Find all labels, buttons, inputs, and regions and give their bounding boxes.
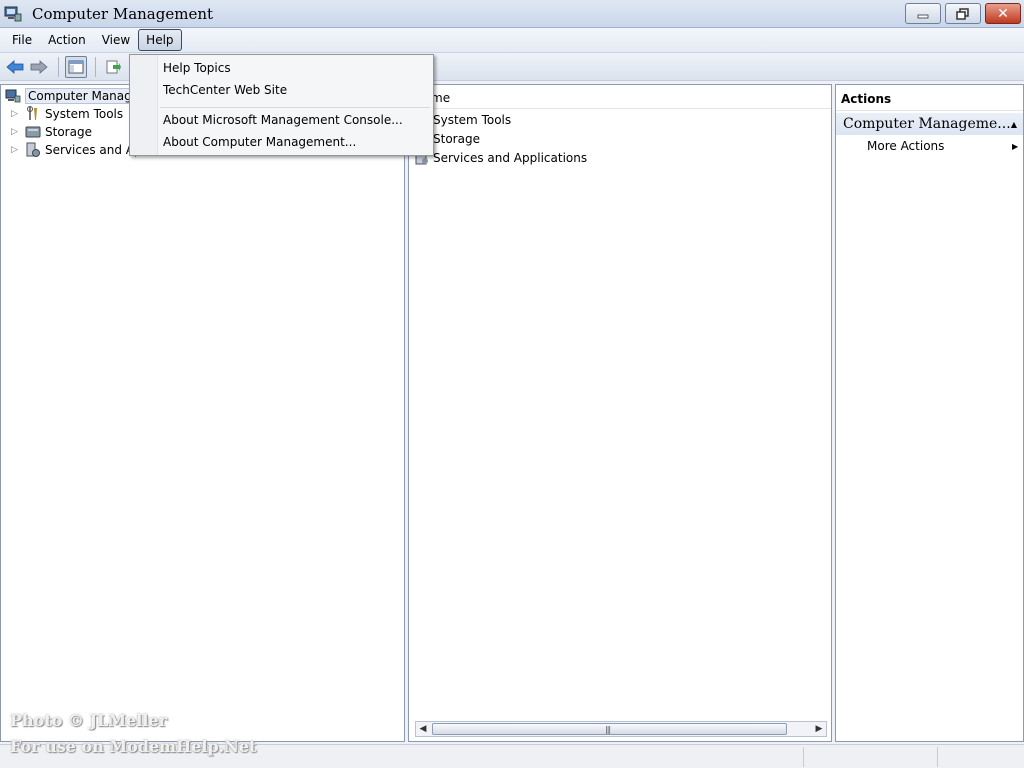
- actions-header: Actions: [836, 87, 1023, 111]
- menu-gutter: [130, 55, 158, 155]
- watermark-line1: Photo © JLMeller: [10, 711, 168, 730]
- forward-button[interactable]: [28, 56, 50, 78]
- restore-icon: [956, 7, 969, 20]
- tree-item-services-and-applications[interactable]: ▷ Services and Ap: [1, 141, 142, 159]
- status-separator: [937, 747, 938, 767]
- list-item-services-and-applications[interactable]: Services and Applications: [415, 149, 587, 167]
- close-button[interactable]: ✕: [985, 3, 1021, 24]
- menu-separator: [160, 107, 430, 108]
- scrollbar-thumb[interactable]: |||: [432, 723, 787, 735]
- show-hide-console-tree-button[interactable]: [65, 55, 87, 78]
- export-list-button[interactable]: [102, 56, 124, 78]
- close-icon: ✕: [997, 5, 1009, 22]
- toolbar-separator: [58, 56, 59, 77]
- tree-item-system-tools[interactable]: ▷ System Tools: [1, 105, 123, 123]
- services-icon: [26, 142, 40, 157]
- expand-arrow-icon[interactable]: ▷: [11, 109, 21, 119]
- column-header-name[interactable]: me: [409, 87, 831, 109]
- collapse-caret-icon[interactable]: ▲: [1011, 120, 1017, 129]
- more-actions-link[interactable]: More Actions: [867, 139, 944, 153]
- menu-item-help-topics[interactable]: Help Topics: [163, 59, 231, 77]
- tree-item-label: System Tools: [45, 107, 124, 121]
- menu-action[interactable]: Action: [40, 29, 94, 51]
- list-item-label: Services and Applications: [433, 151, 588, 165]
- menu-item-about-mmc[interactable]: About Microsoft Management Console...: [163, 111, 403, 129]
- actions-pane: Actions Computer Manageme... ▲ More Acti…: [835, 84, 1024, 742]
- back-button[interactable]: [4, 56, 26, 78]
- window-title: Computer Management: [32, 5, 214, 23]
- menu-item-about-computer-management[interactable]: About Computer Management...: [163, 133, 356, 151]
- expand-arrow-icon[interactable]: ▷: [11, 145, 21, 155]
- menu-help[interactable]: Help: [138, 29, 182, 51]
- actions-group-label: Computer Manageme...: [843, 116, 1011, 132]
- horizontal-scrollbar[interactable]: ◀ ||| ▶: [415, 721, 827, 737]
- tree-item-label: Services and Ap: [45, 143, 142, 157]
- console-tree-panel: Computer Manager ▷ System Tools ▷ Storag…: [0, 84, 405, 742]
- expand-arrow-icon[interactable]: ▷: [11, 127, 21, 137]
- toolbar-separator: [95, 56, 96, 77]
- minimize-icon: [917, 14, 929, 18]
- title-bar: Computer Management ✕: [0, 0, 1024, 28]
- menu-bar: File Action View Help: [0, 28, 1024, 53]
- list-item-label: Storage: [433, 132, 480, 146]
- tree-item-label: Storage: [45, 125, 92, 139]
- menu-item-techcenter-web-site[interactable]: TechCenter Web Site: [163, 81, 287, 99]
- list-item-label: System Tools: [433, 113, 512, 127]
- status-separator: [803, 747, 804, 767]
- export-list-icon: [106, 60, 121, 73]
- menu-view[interactable]: View: [94, 29, 138, 51]
- forward-arrow-icon: [30, 59, 48, 74]
- restore-button[interactable]: [945, 3, 981, 24]
- tree-root-computer-management[interactable]: Computer Manager: [5, 87, 148, 105]
- actions-group-computer-management[interactable]: Computer Manageme... ▲: [836, 113, 1023, 135]
- back-arrow-icon: [6, 59, 24, 74]
- grip-icon: |||: [605, 725, 611, 734]
- system-tools-icon: [27, 106, 37, 120]
- console-tree-icon: [68, 60, 84, 73]
- computer-management-icon: [5, 89, 21, 103]
- computer-management-icon: [4, 6, 22, 22]
- scroll-left-icon[interactable]: ◀: [416, 722, 430, 736]
- scroll-right-icon[interactable]: ▶: [812, 722, 826, 736]
- submenu-arrow-icon[interactable]: ▶: [1012, 142, 1018, 151]
- minimize-button[interactable]: [905, 3, 941, 24]
- menu-file[interactable]: File: [4, 29, 40, 51]
- tree-item-storage[interactable]: ▷ Storage: [1, 123, 92, 141]
- results-pane: me System Tools Storage Services and App…: [408, 84, 832, 742]
- help-dropdown-menu: Help Topics TechCenter Web Site About Mi…: [129, 54, 434, 156]
- watermark-line2: For use on ModemHelp.Net: [10, 737, 257, 756]
- storage-icon: [25, 126, 41, 138]
